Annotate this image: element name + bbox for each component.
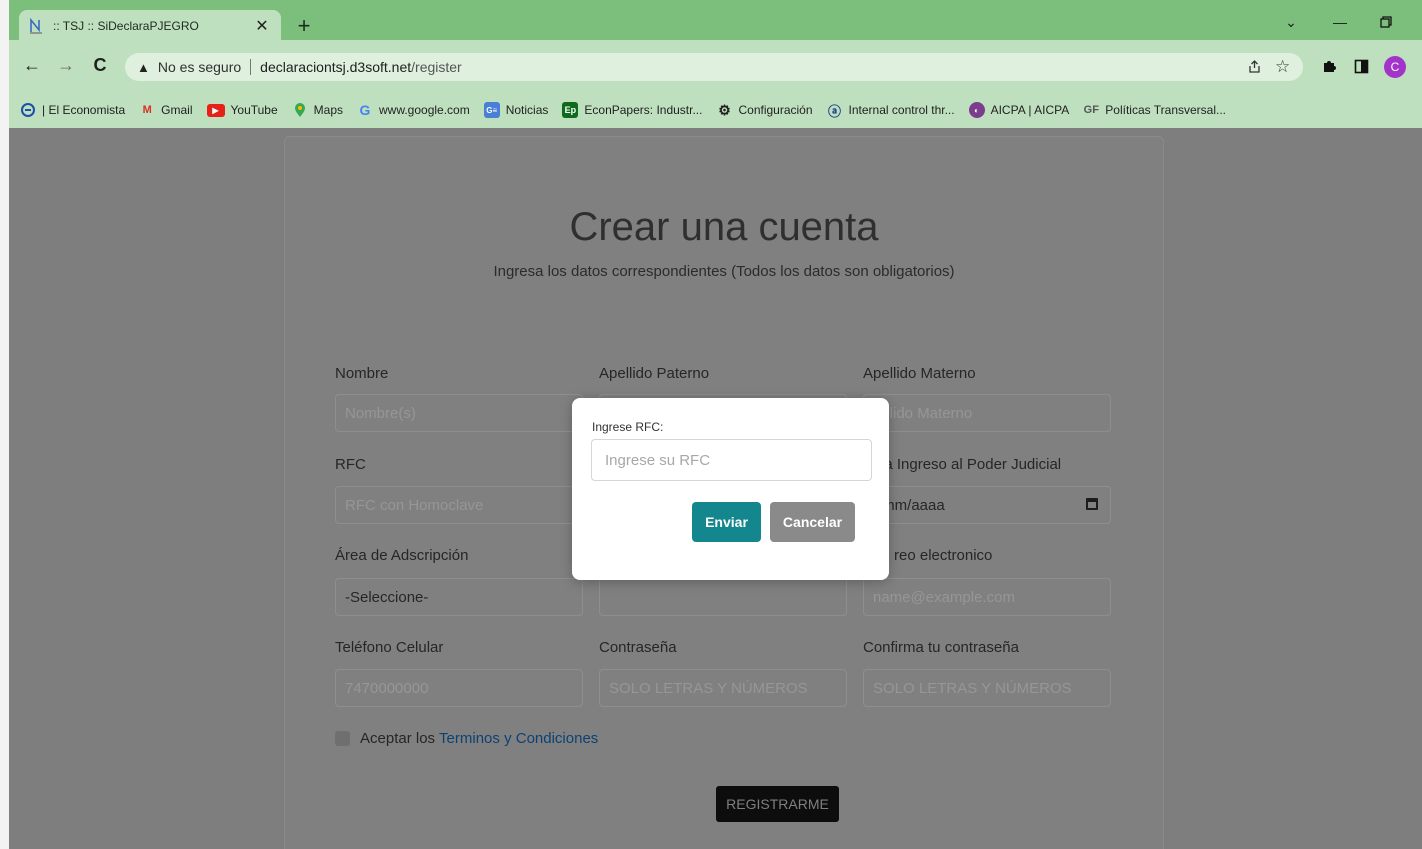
- tab-close-icon[interactable]: ✕: [253, 16, 271, 36]
- area-select[interactable]: -Seleccione-: [335, 578, 583, 616]
- maps-icon: [292, 102, 308, 118]
- terms-link[interactable]: Terminos y Condiciones: [439, 730, 598, 747]
- bookmark-el-economista[interactable]: | El Economista: [20, 102, 125, 118]
- terms-row: Aceptar los Terminos y Condiciones: [335, 730, 598, 747]
- enviar-button[interactable]: Enviar: [692, 502, 761, 542]
- browser-chrome: :: TSJ :: SiDeclaraPJEGRO ✕ + ⌄ — ← → C …: [9, 0, 1422, 128]
- contrasena-label: Contraseña: [599, 639, 677, 656]
- left-edge: [0, 0, 9, 849]
- bookmark-star-icon[interactable]: ☆: [1275, 57, 1290, 77]
- restore-icon[interactable]: [1371, 8, 1401, 36]
- confirma-label: Confirma tu contraseña: [863, 639, 1019, 656]
- browser-toolbar: ← → C ▲ No es seguro declaraciontsj.d3so…: [9, 40, 1422, 92]
- page-title: Crear una cuenta: [569, 205, 879, 249]
- bookmark-politicas[interactable]: GF Políticas Transversal...: [1083, 102, 1226, 118]
- apellido-paterno-label: Apellido Paterno: [599, 365, 710, 382]
- page-subtitle: Ingresa los datos correspondientes (Todo…: [493, 263, 955, 280]
- bookmark-aicpa[interactable]: ◐ AICPA | AICPA: [968, 102, 1070, 118]
- econpapers-icon: Ep: [562, 102, 579, 118]
- cancelar-button[interactable]: Cancelar: [770, 502, 855, 542]
- site-favicon-icon: [29, 18, 45, 34]
- rfc-prompt-label: Ingrese RFC:: [592, 420, 664, 434]
- bookmark-gmail[interactable]: M Gmail: [139, 102, 193, 118]
- browser-tab-active[interactable]: :: TSJ :: SiDeclaraPJEGRO ✕: [19, 10, 281, 42]
- nombre-input[interactable]: Nombre(s): [335, 394, 583, 432]
- apellido-materno-label: Apellido Materno: [863, 365, 976, 382]
- bookmark-label: www.google.com: [379, 103, 470, 117]
- youtube-icon: ▶: [206, 103, 225, 117]
- bookmark-youtube[interactable]: ▶ YouTube: [206, 103, 278, 117]
- bookmark-label: Internal control thr...: [848, 103, 955, 117]
- minimize-icon[interactable]: —: [1325, 8, 1355, 36]
- rfc-prompt-dialog: Ingrese RFC: Ingrese su RFC Enviar Cance…: [572, 398, 889, 580]
- reload-icon[interactable]: C: [89, 54, 111, 76]
- rfc-label: RFC: [335, 456, 366, 473]
- tab-strip: :: TSJ :: SiDeclaraPJEGRO ✕ + ⌄ —: [9, 6, 1422, 42]
- share-icon[interactable]: [1247, 59, 1262, 78]
- correo-input[interactable]: name@example.com: [863, 578, 1111, 616]
- bookmark-noticias[interactable]: G≡ Noticias: [483, 102, 549, 118]
- bookmark-internal-control[interactable]: ⓐ Internal control thr...: [827, 102, 955, 119]
- fecha-ingreso-label: na Ingreso al Poder Judicial: [876, 456, 1062, 473]
- calendar-icon[interactable]: [1086, 498, 1098, 510]
- warning-triangle-icon: ▲: [137, 59, 150, 75]
- telefono-input[interactable]: 7470000000: [335, 669, 583, 707]
- side-panel-icon[interactable]: [1351, 56, 1371, 76]
- rfc-input[interactable]: RFC con Homoclave: [335, 486, 583, 524]
- back-arrow-icon[interactable]: ←: [21, 54, 43, 76]
- bookmark-label: Gmail: [161, 103, 193, 117]
- google-icon: G: [359, 102, 371, 118]
- bookmark-label: | El Economista: [42, 103, 126, 117]
- bookmark-label: AICPA | AICPA: [990, 103, 1070, 117]
- economista-icon: [20, 102, 36, 118]
- apellido-materno-input[interactable]: ellido Materno: [863, 394, 1111, 432]
- tab-title: :: TSJ :: SiDeclaraPJEGRO: [53, 19, 199, 33]
- confirma-input[interactable]: SOLO LETRAS Y NÚMEROS: [863, 669, 1111, 707]
- bookmark-configuracion[interactable]: ⚙ Configuración: [716, 102, 812, 118]
- bookmarks-bar: | El Economista M Gmail ▶ YouTube Maps G…: [9, 92, 1422, 128]
- politicas-icon: GF: [1083, 104, 1099, 116]
- bookmark-label: EconPapers: Industr...: [584, 103, 703, 117]
- terms-prefix: Aceptar los: [360, 730, 436, 747]
- bookmark-label: Noticias: [505, 103, 549, 117]
- register-button[interactable]: REGISTRARME: [716, 786, 839, 822]
- gmail-icon: M: [142, 104, 152, 116]
- bookmark-econpapers[interactable]: Ep EconPapers: Industr...: [562, 102, 702, 118]
- nombre-label: Nombre: [335, 365, 389, 382]
- news-icon: G≡: [483, 102, 500, 118]
- bookmark-label: Maps: [313, 103, 343, 117]
- new-tab-button[interactable]: +: [290, 12, 318, 40]
- bookmark-label: YouTube: [230, 103, 278, 117]
- tab-search-chevron-icon[interactable]: ⌄: [1279, 8, 1303, 36]
- puesto-input[interactable]: [599, 578, 847, 616]
- forward-arrow-icon[interactable]: →: [55, 54, 77, 76]
- terms-checkbox[interactable]: [335, 731, 350, 746]
- ic-icon: ⓐ: [828, 103, 842, 119]
- contrasena-input[interactable]: SOLO LETRAS Y NÚMEROS: [599, 669, 847, 707]
- address-bar[interactable]: ▲ No es seguro declaraciontsj.d3soft.net…: [125, 53, 1303, 81]
- telefono-label: Teléfono Celular: [335, 639, 444, 656]
- url-path: /register: [411, 59, 462, 75]
- bookmark-maps[interactable]: Maps: [292, 102, 343, 118]
- address-separator: [250, 59, 252, 75]
- extensions-puzzle-icon[interactable]: [1319, 56, 1339, 76]
- profile-avatar[interactable]: C: [1384, 56, 1406, 78]
- aicpa-icon: ◐: [968, 102, 985, 118]
- settings-icon: ⚙: [718, 101, 731, 118]
- url-host: declaraciontsj.d3soft.net: [260, 59, 412, 75]
- security-label: No es seguro: [157, 59, 242, 75]
- area-label: Área de Adscripción: [335, 547, 469, 564]
- bookmark-google[interactable]: G www.google.com: [357, 102, 470, 118]
- rfc-prompt-input[interactable]: Ingrese su RFC: [591, 439, 872, 481]
- correo-label: reo electronico: [894, 547, 993, 564]
- fecha-ingreso-input[interactable]: /mm/aaaa: [863, 486, 1111, 524]
- bookmark-label: Políticas Transversal...: [1105, 103, 1227, 117]
- bookmark-label: Configuración: [738, 103, 813, 117]
